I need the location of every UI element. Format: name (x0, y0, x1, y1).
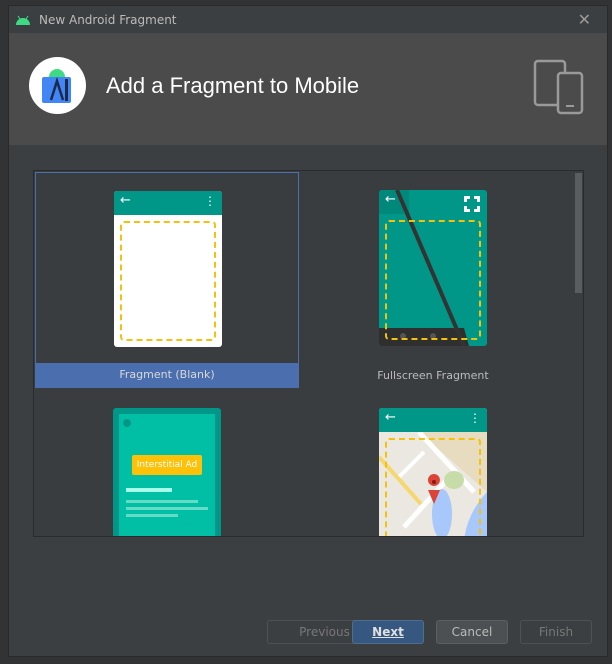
map-fragment-preview: ← ⋮ (379, 408, 487, 536)
template-fragment-blank[interactable]: ← ⋮ Fragment (Blank) (35, 172, 299, 388)
android-studio-logo (29, 57, 86, 114)
template-google-maps[interactable]: ← ⋮ (301, 390, 565, 536)
template-interstitial-ad[interactable]: Interstitial Ad (35, 390, 299, 536)
template-fullscreen-fragment[interactable]: ← Fullscreen Fragment (301, 172, 565, 388)
back-arrow-icon: ← (385, 192, 396, 207)
more-icon: ⋮ (204, 194, 216, 208)
fullscreen-fragment-preview: ← (379, 190, 487, 346)
blank-fragment-preview: ← ⋮ (114, 191, 222, 347)
page-title: Add a Fragment to Mobile (106, 73, 360, 98)
next-button[interactable]: Next (352, 620, 424, 644)
interstitial-ad-badge: Interstitial Ad (132, 455, 202, 475)
finish-button[interactable]: Finish (520, 620, 592, 644)
tablet-phone-icon (533, 59, 584, 115)
more-icon: ⋮ (469, 411, 481, 425)
window-title: New Android Fragment (39, 12, 177, 27)
cancel-button[interactable]: Cancel (436, 620, 508, 644)
template-gallery: ← ⋮ Fragment (Blank) ← Fullscreen Fragmen… (33, 170, 584, 537)
scrollbar[interactable] (575, 173, 582, 535)
interstitial-ad-preview: Interstitial Ad (113, 408, 221, 536)
android-icon (16, 15, 30, 25)
fullscreen-icon (464, 196, 480, 212)
template-label: Fullscreen Fragment (377, 369, 489, 382)
back-arrow-icon: ← (385, 410, 396, 425)
template-label: Fragment (Blank) (36, 363, 298, 387)
scrollbar-thumb[interactable] (575, 173, 582, 293)
title-bar: New Android Fragment ✕ (9, 6, 607, 33)
close-icon[interactable]: ✕ (578, 10, 591, 29)
new-fragment-dialog: New Android Fragment ✕ Add a Fragment to… (8, 5, 608, 657)
header: Add a Fragment to Mobile (9, 33, 607, 145)
back-arrow-icon: ← (120, 193, 131, 208)
